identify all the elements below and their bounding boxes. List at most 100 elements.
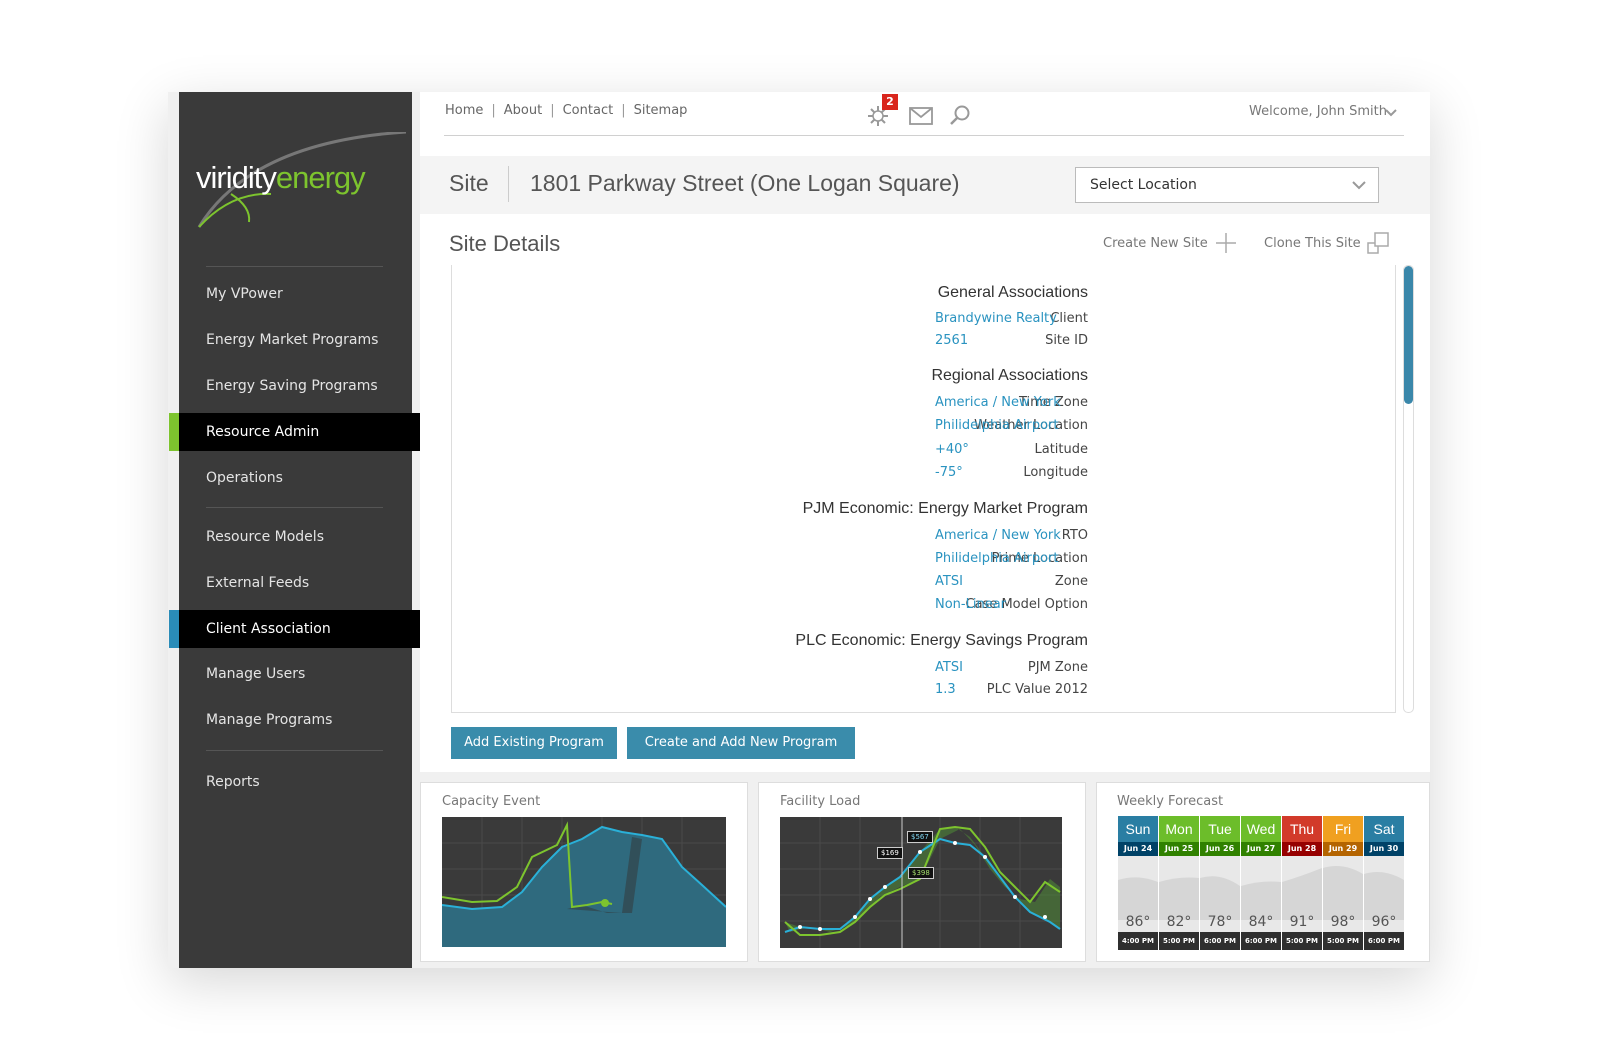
add-existing-program-button[interactable]: Add Existing Program <box>451 727 617 759</box>
sidebar-item-external-feeds[interactable]: External Feeds <box>179 564 412 602</box>
sidebar-item-client-association[interactable]: Client Association <box>169 610 430 648</box>
clone-icon[interactable] <box>1367 232 1389 254</box>
user-menu[interactable]: Welcome, John Smith <box>1249 104 1387 119</box>
temperature-wave <box>1118 877 1158 920</box>
logo[interactable]: viridityenergy <box>196 160 366 196</box>
nav-link-contact[interactable]: Contact <box>563 103 614 118</box>
sidebar-divider <box>206 507 383 508</box>
clone-site-button[interactable]: Clone This Site <box>1264 236 1361 251</box>
sidebar-item-manage-users[interactable]: Manage Users <box>179 655 412 693</box>
temperature-wave <box>1241 881 1281 920</box>
logo-part-1: viridity <box>196 160 277 195</box>
forecast-temp: 91° <box>1289 914 1315 930</box>
forecast-day-name: Mon <box>1159 816 1199 842</box>
field-value-link[interactable]: 2561 <box>935 333 968 348</box>
forecast-day[interactable]: Sat Jun 30 96° 6:00 PM <box>1364 816 1404 950</box>
select-location-value: Select Location <box>1090 177 1197 193</box>
site-label: Site <box>449 170 489 196</box>
nav-link-home[interactable]: Home <box>445 103 483 118</box>
forecast-day[interactable]: Thu Jun 28 91° 5:00 PM <box>1282 816 1322 950</box>
field-value-link[interactable]: 1.3 <box>935 682 956 697</box>
field-value-link[interactable]: Philidelphia Airport <box>935 418 1058 433</box>
card-title: Facility Load <box>780 794 861 809</box>
chart-tooltip: $567 <box>907 831 933 843</box>
site-name: 1801 Parkway Street (One Logan Square) <box>530 170 960 196</box>
field-value-link[interactable]: Philidelphia Airport <box>935 551 1058 566</box>
forecast-date: Jun 28 <box>1282 842 1322 856</box>
forecast-time: 5:00 PM <box>1159 932 1199 950</box>
sidebar-divider <box>206 266 383 267</box>
sidebar-item-my-vpower[interactable]: My VPower <box>179 275 412 313</box>
field-label: Site ID <box>1045 333 1088 348</box>
chart-tooltip: $398 <box>908 867 934 879</box>
forecast-day-name: Tue <box>1200 816 1240 842</box>
forecast-time: 5:00 PM <box>1323 932 1363 950</box>
mail-icon[interactable] <box>909 107 933 125</box>
notification-badge: 2 <box>882 94 898 110</box>
forecast-day-name: Sat <box>1364 816 1404 842</box>
field-value-link[interactable]: +40° <box>935 442 969 457</box>
sidebar-item-reports[interactable]: Reports <box>179 763 412 801</box>
field-value-link[interactable]: America / New York <box>935 395 1061 410</box>
create-new-site-button[interactable]: Create New Site <box>1103 236 1208 251</box>
field-value-link[interactable]: America / New York <box>935 528 1061 543</box>
forecast-temp: 78° <box>1207 914 1233 930</box>
forecast-date: Jun 29 <box>1323 842 1363 856</box>
sidebar-item-label: Client Association <box>206 621 331 637</box>
forecast-time: 5:00 PM <box>1282 932 1322 950</box>
sidebar-item-operations[interactable]: Operations <box>179 459 412 497</box>
logo-part-2: energy <box>275 160 366 195</box>
forecast-time: 6:00 PM <box>1364 932 1404 950</box>
welcome-text: Welcome, John Smith <box>1249 104 1387 119</box>
forecast-day[interactable]: Sun Jun 24 86° 4:00 PM <box>1118 816 1158 950</box>
forecast-time: 4:00 PM <box>1118 932 1158 950</box>
sidebar-item-resource-admin[interactable]: Resource Admin <box>169 413 421 451</box>
temperature-wave <box>1282 868 1322 920</box>
sidebar-item-energy-saving-programs[interactable]: Energy Saving Programs <box>179 367 412 405</box>
nav-link-about[interactable]: About <box>504 103 542 118</box>
forecast-day-name: Fri <box>1323 816 1363 842</box>
forecast-day[interactable]: Wed Jun 27 84° 6:00 PM <box>1241 816 1281 950</box>
forecast-day[interactable]: Mon Jun 25 82° 5:00 PM <box>1159 816 1199 950</box>
top-nav: Home | About | Contact | Sitemap <box>445 103 688 118</box>
forecast-day-name: Wed <box>1241 816 1281 842</box>
site-separator <box>508 166 509 202</box>
create-add-program-button[interactable]: Create and Add New Program <box>627 727 855 759</box>
scrollbar-thumb[interactable] <box>1404 266 1413 404</box>
card-title: Capacity Event <box>442 794 541 809</box>
chevron-down-icon <box>1352 181 1366 190</box>
select-location-dropdown[interactable]: Select Location <box>1075 167 1379 203</box>
forecast-date: Jun 27 <box>1241 842 1281 856</box>
nav-link-sitemap[interactable]: Sitemap <box>634 103 688 118</box>
field-value-link[interactable]: -75° <box>935 465 963 480</box>
plus-icon[interactable] <box>1215 232 1237 254</box>
field-value-link[interactable]: ATSI <box>935 574 963 589</box>
field-value-link[interactable]: ATSI <box>935 660 963 675</box>
field-label: Longitude <box>1023 465 1088 480</box>
active-marker <box>169 610 179 648</box>
field-value-link[interactable]: Brandywine Realty <box>935 311 1057 326</box>
temperature-wave <box>1159 877 1199 920</box>
chevron-down-icon[interactable] <box>1385 109 1397 117</box>
field-label: PLC Value 2012 <box>986 682 1088 697</box>
site-details-title: Site Details <box>449 231 561 256</box>
forecast-temp: 82° <box>1166 914 1192 930</box>
forecast-day-name: Thu <box>1282 816 1322 842</box>
sidebar-item-resource-models[interactable]: Resource Models <box>179 518 412 556</box>
sidebar-item-manage-programs[interactable]: Manage Programs <box>179 701 412 739</box>
temperature-wave <box>1364 872 1404 920</box>
active-marker <box>169 413 179 451</box>
field-value-link[interactable]: Non-Linear <box>935 597 1006 612</box>
forecast-day-name: Sun <box>1118 816 1158 842</box>
forecast-day[interactable]: Fri Jun 29 98° 5:00 PM <box>1323 816 1363 950</box>
section-title: General Associations <box>937 284 1088 301</box>
sidebar-item-energy-market-programs[interactable]: Energy Market Programs <box>179 321 412 359</box>
forecast-day[interactable]: Tue Jun 26 78° 6:00 PM <box>1200 816 1240 950</box>
search-icon[interactable] <box>949 104 971 126</box>
forecast-temp: 98° <box>1330 914 1356 930</box>
forecast-time: 6:00 PM <box>1241 932 1281 950</box>
sidebar-divider <box>206 750 383 751</box>
forecast-temp: 86° <box>1125 914 1151 930</box>
temperature-wave <box>1323 866 1363 920</box>
sidebar-item-label: Resource Admin <box>206 424 320 440</box>
